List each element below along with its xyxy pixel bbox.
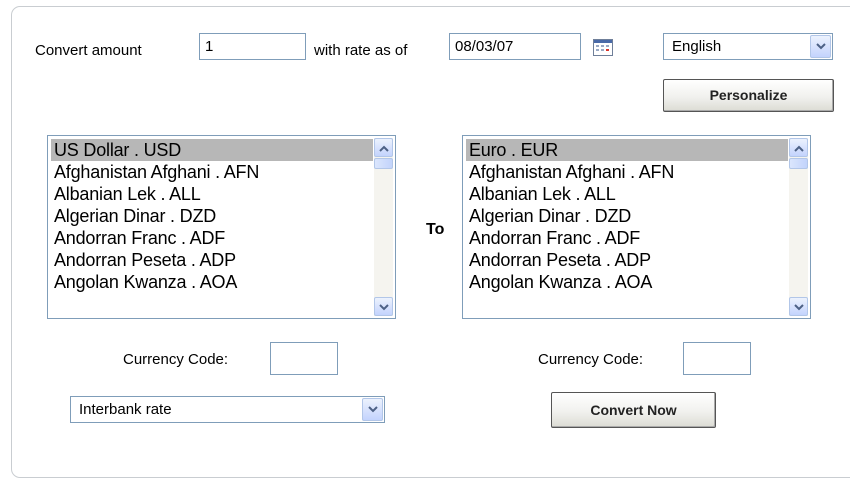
scroll-thumb[interactable] — [789, 158, 808, 169]
arrow-up-icon[interactable] — [374, 138, 393, 157]
to-currency-code-input[interactable] — [683, 342, 751, 375]
amount-input[interactable] — [199, 33, 306, 60]
rate-type-selected: Interbank rate — [79, 401, 172, 418]
list-item[interactable]: Angolan Kwanza . AOA — [466, 271, 788, 293]
language-selected: English — [672, 38, 722, 55]
language-select[interactable]: English — [663, 33, 833, 60]
from-currency-code-label: Currency Code: — [123, 351, 229, 368]
to-list-scrollbar[interactable] — [789, 138, 808, 316]
scroll-thumb[interactable] — [374, 158, 393, 169]
list-item[interactable]: Andorran Franc . ADF — [466, 227, 788, 249]
arrow-up-icon[interactable] — [789, 138, 808, 157]
calendar-icon[interactable] — [593, 39, 613, 56]
arrow-down-icon[interactable] — [789, 297, 808, 316]
list-item[interactable]: Euro . EUR — [466, 139, 788, 161]
list-item[interactable]: US Dollar . USD — [51, 139, 373, 161]
arrow-down-icon[interactable] — [374, 297, 393, 316]
date-input[interactable] — [449, 33, 581, 60]
list-item[interactable]: Angolan Kwanza . AOA — [51, 271, 373, 293]
list-item[interactable]: Algerian Dinar . DZD — [466, 205, 788, 227]
convert-amount-label: Convert amount — [35, 42, 142, 59]
to-currency-list[interactable]: Euro . EUR Afghanistan Afghani . AFN Alb… — [462, 135, 811, 319]
list-item[interactable]: Andorran Peseta . ADP — [51, 249, 373, 271]
list-item[interactable]: Afghanistan Afghani . AFN — [466, 161, 788, 183]
convert-now-button[interactable]: Convert Now — [551, 392, 716, 428]
list-item[interactable]: Afghanistan Afghani . AFN — [51, 161, 373, 183]
list-item[interactable]: Albanian Lek . ALL — [51, 183, 373, 205]
from-list-scrollbar[interactable] — [374, 138, 393, 316]
from-currency-code-input[interactable] — [270, 342, 338, 375]
list-item[interactable]: Andorran Peseta . ADP — [466, 249, 788, 271]
rate-date-label: with rate as of — [314, 42, 408, 59]
chevron-down-icon[interactable] — [810, 35, 831, 58]
to-label: To — [426, 221, 445, 238]
to-currency-code-label: Currency Code: — [538, 351, 644, 368]
list-item[interactable]: Albanian Lek . ALL — [466, 183, 788, 205]
from-currency-list[interactable]: US Dollar . USD Afghanistan Afghani . AF… — [47, 135, 396, 319]
rate-type-select[interactable]: Interbank rate — [70, 396, 385, 423]
list-item[interactable]: Algerian Dinar . DZD — [51, 205, 373, 227]
personalize-button[interactable]: Personalize — [663, 79, 834, 112]
chevron-down-icon[interactable] — [362, 398, 383, 421]
list-item[interactable]: Andorran Franc . ADF — [51, 227, 373, 249]
